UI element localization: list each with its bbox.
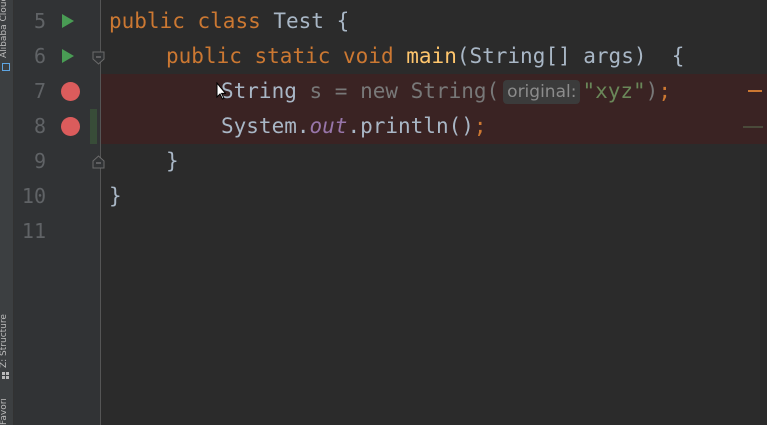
code-line-7[interactable]: String s = new String(original: "xyz"); bbox=[221, 74, 671, 109]
keyword: public bbox=[166, 44, 242, 68]
line-number: 7 bbox=[33, 79, 46, 103]
parameter-hint: original: bbox=[503, 80, 581, 104]
code-line-8[interactable]: System.out.println(); bbox=[221, 109, 487, 144]
mouse-cursor-icon bbox=[216, 81, 227, 100]
structure-tab[interactable]: Z: Structure bbox=[0, 296, 13, 368]
string-literal: "xyz" bbox=[582, 79, 646, 103]
line-number: 10 bbox=[21, 184, 46, 208]
code-line-9[interactable]: } bbox=[166, 144, 179, 179]
fold-end-icon[interactable] bbox=[92, 155, 105, 169]
tool-window-strip: Alibaba Cloud Z: Structure Favorites bbox=[0, 0, 14, 425]
breakpoint-icon[interactable] bbox=[61, 117, 80, 136]
line-number: 8 bbox=[33, 114, 46, 138]
semicolon: ; bbox=[473, 114, 487, 138]
line-number: 9 bbox=[33, 149, 46, 173]
method-name: main bbox=[406, 44, 457, 68]
close-paren: ) bbox=[645, 79, 659, 103]
class-name: Test { bbox=[260, 9, 350, 33]
warning-stripe bbox=[748, 90, 762, 92]
alibaba-cloud-tab[interactable]: Alibaba Cloud bbox=[0, 0, 13, 58]
keyword: static bbox=[254, 44, 331, 68]
closing-brace: } bbox=[109, 184, 122, 208]
line-number: 11 bbox=[21, 219, 46, 243]
structure-icon[interactable] bbox=[2, 372, 10, 380]
code-line-10[interactable]: } bbox=[109, 179, 122, 214]
keyword: public bbox=[109, 9, 185, 33]
unused-expression: s = new String( bbox=[309, 79, 500, 103]
method-call: .println() bbox=[347, 114, 474, 138]
change-stripe bbox=[743, 126, 763, 128]
line-number: 6 bbox=[33, 44, 46, 68]
type-name: String bbox=[221, 79, 297, 103]
code-line-5[interactable]: public class Test { bbox=[109, 4, 349, 39]
line-number: 5 bbox=[33, 9, 46, 33]
run-icon[interactable] bbox=[62, 14, 74, 28]
static-field: out bbox=[309, 114, 348, 138]
run-icon[interactable] bbox=[62, 49, 74, 63]
class-ref: System. bbox=[221, 114, 310, 138]
breakpoint-icon[interactable] bbox=[61, 82, 80, 101]
semicolon: ; bbox=[658, 79, 671, 103]
keyword: class bbox=[197, 9, 261, 33]
fold-collapse-icon[interactable] bbox=[92, 51, 105, 65]
code-line-6[interactable]: public static void main(String[] args) { bbox=[166, 39, 684, 74]
vcs-change-marker[interactable] bbox=[90, 109, 97, 144]
cloud-explorer-icon[interactable] bbox=[2, 63, 10, 71]
favorites-tab[interactable]: Favorites bbox=[0, 398, 13, 425]
closing-brace: } bbox=[166, 149, 179, 173]
keyword: void bbox=[343, 44, 394, 68]
method-params: (String[] args) { bbox=[456, 44, 685, 68]
